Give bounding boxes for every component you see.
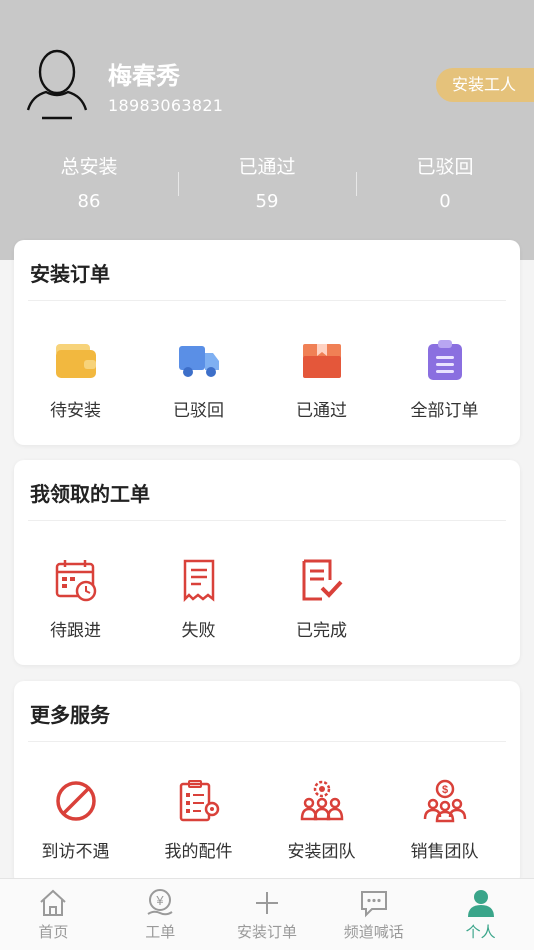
calendar-clock-icon <box>52 556 100 604</box>
clipboard-icon <box>421 336 469 384</box>
person-icon <box>465 887 497 919</box>
svg-text:¥: ¥ <box>156 893 165 908</box>
stat-label: 总安装 <box>60 156 118 178</box>
divider <box>28 741 506 742</box>
tab-home[interactable]: 首页 <box>0 879 107 950</box>
chat-icon <box>358 887 390 919</box>
stat-rejected[interactable]: 已驳回 0 <box>356 152 534 212</box>
tab-profile[interactable]: 个人 <box>427 879 534 950</box>
cell-label: 销售团队 <box>410 842 479 862</box>
tab-install-orders[interactable]: 安装订单 <box>214 879 321 950</box>
stat-value: 86 <box>77 191 101 212</box>
cell-label: 全部订单 <box>410 401 479 421</box>
prohibited-icon <box>52 777 100 825</box>
failed-button[interactable]: 失败 <box>137 556 260 641</box>
sales-team-button[interactable]: $ 销售团队 <box>383 777 506 862</box>
checklist-gear-icon <box>175 777 223 825</box>
sales-team-icon: $ <box>421 777 469 825</box>
cell-label: 已完成 <box>296 621 347 641</box>
profile-header: 梅春秀 18983063821 安装工人 总安装 86 已通过 59 已驳回 0 <box>0 0 534 260</box>
pending-install-button[interactable]: 待安装 <box>14 336 137 421</box>
document-check-icon <box>298 556 346 604</box>
avatar-icon[interactable] <box>24 46 90 124</box>
stat-total-install[interactable]: 总安装 86 <box>0 152 178 212</box>
user-name: 梅春秀 <box>108 62 180 90</box>
more-services-card: 更多服务 到访不遇 我的配件 安装团队 $ 销售团队 <box>14 681 520 886</box>
plus-icon <box>251 887 283 919</box>
tab-label: 安装订单 <box>236 923 297 941</box>
yuan-hand-icon: ¥ <box>144 887 176 919</box>
tab-label: 个人 <box>465 923 496 941</box>
truck-icon <box>175 336 223 384</box>
cell-label: 失败 <box>181 621 216 641</box>
visit-missed-button[interactable]: 到访不遇 <box>14 777 137 862</box>
cell-label: 待跟进 <box>50 621 101 641</box>
divider <box>28 300 506 301</box>
follow-up-button[interactable]: 待跟进 <box>14 556 137 641</box>
cell-label: 已驳回 <box>173 401 224 421</box>
tab-channel-shout[interactable]: 频道喊话 <box>320 879 427 950</box>
passed-orders-button[interactable]: 已通过 <box>260 336 383 421</box>
stat-value: 59 <box>255 191 279 212</box>
tab-label: 频道喊话 <box>343 923 404 941</box>
my-parts-button[interactable]: 我的配件 <box>137 777 260 862</box>
card-title: 更多服务 <box>30 703 110 727</box>
cell-label: 安装团队 <box>287 842 356 862</box>
stat-passed[interactable]: 已通过 59 <box>178 152 356 212</box>
stat-label: 已通过 <box>238 156 296 178</box>
install-team-button[interactable]: 安装团队 <box>260 777 383 862</box>
all-orders-button[interactable]: 全部订单 <box>383 336 506 421</box>
cell-label: 到访不遇 <box>41 842 110 862</box>
stats-row: 总安装 86 已通过 59 已驳回 0 <box>0 152 534 212</box>
bottom-tab-bar: 首页 ¥ 工单 安装订单 频道喊话 个人 <box>0 878 534 950</box>
svg-text:$: $ <box>441 784 447 796</box>
my-work-orders-card: 我领取的工单 待跟进 失败 已完成 <box>14 460 520 665</box>
role-badge: 安装工人 <box>436 68 534 102</box>
team-gear-icon <box>298 777 346 825</box>
tab-label: 工单 <box>145 923 176 941</box>
install-orders-card: 安装订单 待安装 已驳回 已通过 全部订单 <box>14 240 520 445</box>
more-services-grid: 到访不遇 我的配件 安装团队 $ 销售团队 <box>14 777 520 862</box>
card-title: 我领取的工单 <box>30 482 150 506</box>
cell-label: 我的配件 <box>164 842 233 862</box>
user-phone: 18983063821 <box>108 96 224 115</box>
home-icon <box>37 887 69 919</box>
cell-label: 待安装 <box>50 401 101 421</box>
install-orders-grid: 待安装 已驳回 已通过 全部订单 <box>14 336 520 421</box>
wallet-icon <box>52 336 100 384</box>
completed-button[interactable]: 已完成 <box>260 556 383 641</box>
tab-work-order[interactable]: ¥ 工单 <box>107 879 214 950</box>
box-icon <box>298 336 346 384</box>
receipt-icon <box>175 556 223 604</box>
divider <box>28 520 506 521</box>
rejected-orders-button[interactable]: 已驳回 <box>137 336 260 421</box>
tab-label: 首页 <box>38 923 69 941</box>
stat-value: 0 <box>439 191 451 212</box>
stat-label: 已驳回 <box>416 156 474 178</box>
cell-label: 已通过 <box>296 401 347 421</box>
card-title: 安装订单 <box>30 262 110 286</box>
my-work-orders-grid: 待跟进 失败 已完成 <box>14 556 520 641</box>
